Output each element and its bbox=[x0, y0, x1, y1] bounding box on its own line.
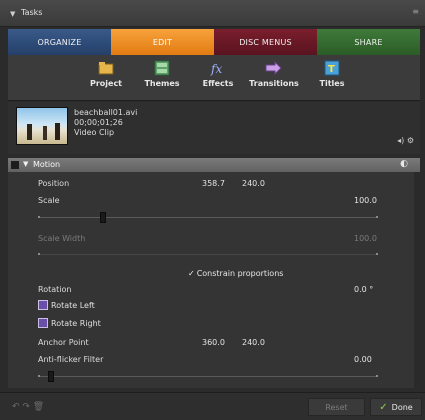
slider-max-dot bbox=[376, 375, 378, 377]
rotation-value[interactable]: 0.0 ° bbox=[354, 285, 373, 294]
anchor-y-value[interactable]: 240.0 bbox=[242, 338, 265, 347]
scale-label: Scale bbox=[38, 196, 60, 205]
settings-icon[interactable]: ◐ bbox=[400, 159, 408, 169]
edit-toolbar: Project Themes fx Effects Transitions T … bbox=[8, 55, 420, 101]
thumbnail-figure bbox=[43, 126, 47, 140]
collapse-triangle-icon[interactable]: ▼ bbox=[10, 10, 15, 18]
anchor-point-label: Anchor Point bbox=[38, 338, 89, 347]
scale-width-label: Scale Width bbox=[38, 234, 86, 243]
done-check-icon: ✓ bbox=[379, 401, 388, 413]
project-button[interactable]: Project bbox=[78, 60, 134, 88]
slider-min-dot bbox=[38, 375, 40, 377]
project-label: Project bbox=[89, 79, 123, 88]
rotate-left-button[interactable]: Rotate Left bbox=[38, 300, 95, 310]
titles-icon: T bbox=[324, 60, 340, 76]
panel-titlebar: ▼ Tasks ≡ bbox=[0, 0, 425, 27]
anti-flicker-slider[interactable] bbox=[38, 371, 378, 382]
undo-redo-trash-icons[interactable]: ↶ ↷ 🗑 bbox=[12, 402, 44, 412]
scrollbar[interactable] bbox=[414, 172, 420, 388]
themes-label: Themes bbox=[144, 79, 180, 88]
transitions-button[interactable]: Transitions bbox=[246, 60, 302, 88]
anti-flicker-value[interactable]: 0.00 bbox=[354, 355, 372, 364]
rotate-right-icon bbox=[38, 318, 48, 328]
anti-flicker-label: Anti-flicker Filter bbox=[38, 355, 104, 364]
thumbnail-figure bbox=[55, 123, 60, 140]
clip-info: beachball01.avi 00;00;01;26 Video Clip ◂… bbox=[8, 102, 420, 154]
anti-flicker-slider-knob[interactable] bbox=[48, 371, 54, 382]
panel-title: Tasks bbox=[21, 8, 43, 17]
scale-width-value: 100.0 bbox=[354, 234, 377, 243]
motion-properties: Position 358.7 240.0 Scale 100.0 Scale W… bbox=[8, 172, 420, 388]
motion-title: Motion bbox=[33, 160, 61, 169]
thumbnail-figure bbox=[27, 124, 32, 140]
tab-edit[interactable]: EDIT bbox=[111, 29, 214, 55]
themes-icon bbox=[154, 60, 170, 76]
done-button[interactable]: ✓ Done bbox=[370, 398, 422, 416]
done-label: Done bbox=[391, 402, 413, 412]
rotate-left-label: Rotate Left bbox=[51, 300, 95, 310]
slider-min-dot bbox=[38, 253, 40, 255]
scale-value[interactable]: 100.0 bbox=[354, 196, 377, 205]
rotation-label: Rotation bbox=[38, 285, 72, 294]
transitions-label: Transitions bbox=[249, 79, 299, 88]
slider-max-dot bbox=[376, 253, 378, 255]
checkmark-icon: ✓ bbox=[188, 269, 195, 278]
scale-slider-knob[interactable] bbox=[100, 212, 106, 223]
anchor-x-value[interactable]: 360.0 bbox=[202, 338, 225, 347]
constrain-proportions-label: Constrain proportions bbox=[196, 269, 284, 278]
project-icon bbox=[98, 62, 114, 75]
panel-footer: ↶ ↷ 🗑 Reset ✓ Done bbox=[0, 392, 425, 420]
effects-button[interactable]: fx Effects bbox=[190, 60, 246, 88]
panel-menu-icon[interactable]: ≡ bbox=[412, 7, 419, 16]
effects-label: Effects bbox=[202, 79, 234, 88]
slider-min-dot bbox=[38, 216, 40, 218]
clip-type: Video Clip bbox=[74, 128, 115, 137]
titles-button[interactable]: T Titles bbox=[304, 60, 360, 88]
reset-button[interactable]: Reset bbox=[308, 398, 365, 416]
position-label: Position bbox=[38, 179, 70, 188]
rotate-right-button[interactable]: Rotate Right bbox=[38, 318, 101, 328]
speaker-icon[interactable]: ◂) ⚙ bbox=[397, 136, 414, 145]
titles-label: Titles bbox=[319, 79, 345, 88]
clip-thumbnail bbox=[16, 107, 68, 145]
scale-width-slider bbox=[38, 253, 378, 255]
effects-icon: fx bbox=[210, 62, 222, 76]
clip-timecode: 00;00;01;26 bbox=[74, 118, 123, 127]
rotate-right-label: Rotate Right bbox=[51, 318, 101, 328]
visibility-toggle-icon[interactable] bbox=[11, 161, 19, 169]
slider-max-dot bbox=[376, 216, 378, 218]
transitions-icon bbox=[265, 60, 282, 76]
rotate-left-icon bbox=[38, 300, 48, 310]
svg-text:T: T bbox=[328, 64, 335, 75]
expand-triangle-icon[interactable]: ▼ bbox=[23, 160, 28, 168]
position-y-value[interactable]: 240.0 bbox=[242, 179, 265, 188]
position-x-value[interactable]: 358.7 bbox=[202, 179, 225, 188]
clip-filename: beachball01.avi bbox=[74, 108, 138, 117]
tab-disc-menus[interactable]: DISC MENUS bbox=[214, 29, 317, 55]
constrain-proportions-checkbox[interactable]: ✓ Constrain proportions bbox=[188, 269, 283, 278]
motion-header[interactable]: ▼ Motion ◐ bbox=[8, 158, 420, 172]
scale-slider[interactable] bbox=[38, 212, 378, 223]
svg-text:fx: fx bbox=[210, 62, 222, 76]
task-tabs: ORGANIZE EDIT DISC MENUS SHARE bbox=[8, 29, 420, 55]
clip-details: beachball01.avi 00;00;01;26 Video Clip bbox=[74, 108, 137, 138]
tab-share[interactable]: SHARE bbox=[317, 29, 420, 55]
themes-button[interactable]: Themes bbox=[134, 60, 190, 88]
tab-organize[interactable]: ORGANIZE bbox=[8, 29, 111, 55]
